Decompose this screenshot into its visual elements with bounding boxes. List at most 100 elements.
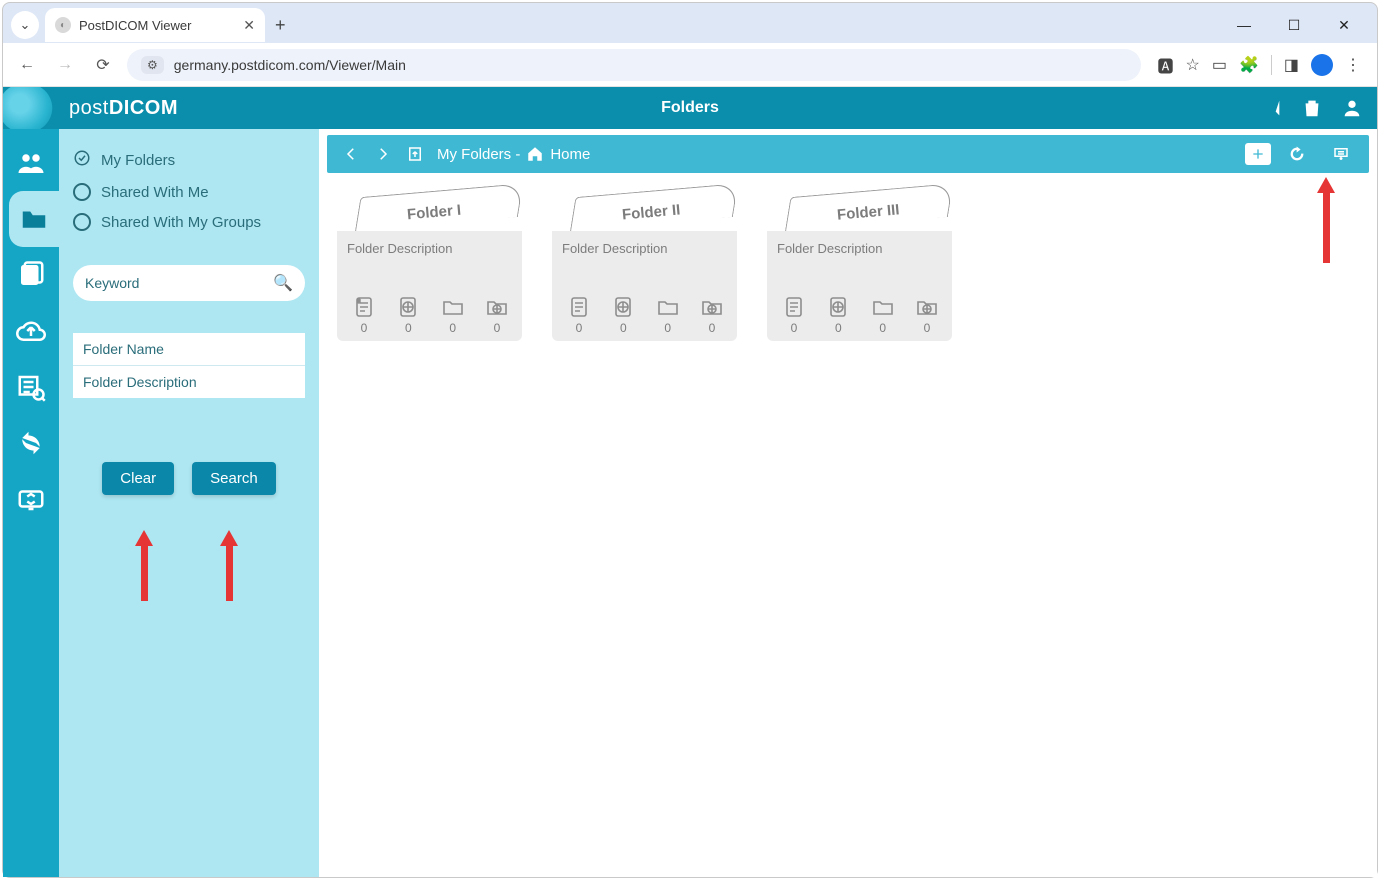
folder-card[interactable]: Folder III Folder Description 0 0 0 0	[767, 191, 952, 341]
globe-doc-icon	[395, 295, 421, 319]
view-mode-button[interactable]	[1327, 140, 1355, 168]
keyword-search[interactable]: 🔍	[73, 265, 305, 301]
browser-toolbar-right: 🅰 ☆ ▭ 🧩 ◨ ⋮	[1151, 53, 1367, 77]
stat-count: 0	[709, 321, 716, 335]
radio-unchecked-icon	[73, 183, 91, 201]
extensions-icon[interactable]: 🧩	[1239, 55, 1259, 75]
stat-count: 0	[405, 321, 412, 335]
nav-studies-icon[interactable]	[3, 247, 59, 303]
search-icon[interactable]: 🔍	[273, 273, 293, 293]
clear-button[interactable]: Clear	[102, 462, 174, 495]
folder-icon	[655, 295, 681, 319]
address-bar-row: ← → ⟳ ⚙ germany.postdicom.com/Viewer/Mai…	[3, 43, 1377, 87]
nav-patients-icon[interactable]	[3, 135, 59, 191]
doc-icon	[781, 295, 807, 319]
globe-doc-icon	[825, 295, 851, 319]
stat-count: 0	[576, 321, 583, 335]
page-title: Folders	[661, 99, 719, 117]
radio-shared-with-groups[interactable]: Shared With My Groups	[73, 213, 305, 231]
close-tab-icon[interactable]: ✕	[243, 17, 255, 34]
translate-icon[interactable]: 🅰	[1157, 53, 1173, 77]
ext1-icon[interactable]: ▭	[1212, 55, 1227, 75]
brand-globe-icon	[3, 87, 59, 129]
address-bar[interactable]: ⚙ germany.postdicom.com/Viewer/Main	[127, 49, 1141, 81]
radio-my-folders[interactable]: My Folders	[73, 149, 305, 171]
close-window-button[interactable]: ✕	[1329, 17, 1359, 34]
radio-checked-icon	[73, 149, 91, 171]
globe-folder-icon	[914, 295, 940, 319]
minimize-button[interactable]: ―	[1229, 17, 1259, 34]
header-actions	[1261, 97, 1363, 119]
brand[interactable]: postDICOM	[3, 87, 178, 129]
crumb-up-button[interactable]	[401, 140, 429, 168]
globe-doc-icon	[610, 295, 636, 319]
search-button[interactable]: Search	[192, 462, 276, 495]
folder-description: Folder Description	[562, 241, 729, 256]
folder-scope-radios: My Folders Shared With Me Shared With My…	[73, 149, 305, 231]
new-tab-button[interactable]: +	[275, 15, 286, 36]
keyword-input[interactable]	[85, 275, 273, 291]
tab-strip: ⌄ ◐ PostDICOM Viewer ✕ + ― ☐ ✕	[3, 3, 1377, 43]
stat-count: 0	[924, 321, 931, 335]
nav-folders-icon[interactable]	[9, 191, 59, 247]
nav-worklist-icon[interactable]	[3, 359, 59, 415]
nav-sync-icon[interactable]	[3, 415, 59, 471]
crumb-actions	[1245, 140, 1359, 168]
stat-count: 0	[361, 321, 368, 335]
radio-shared-with-me[interactable]: Shared With Me	[73, 183, 305, 201]
folder-stats: 0 0 0 0	[562, 295, 729, 335]
stat-count: 0	[791, 321, 798, 335]
tabs-dropdown[interactable]: ⌄	[11, 11, 39, 39]
globe-folder-icon	[699, 295, 725, 319]
trash-icon[interactable]	[1301, 97, 1323, 119]
profile-avatar[interactable]	[1311, 54, 1333, 76]
breadcrumb-bar: My Folders - Home	[327, 135, 1369, 173]
brand-bold: DICOM	[109, 97, 178, 119]
stat-count: 0	[664, 321, 671, 335]
nav-strip	[3, 129, 59, 877]
crumb-back-button[interactable]	[337, 140, 365, 168]
radio-label: Shared With My Groups	[101, 214, 261, 231]
folder-name-input[interactable]	[73, 333, 305, 366]
folder-desc-input[interactable]	[73, 366, 305, 398]
nav-share-icon[interactable]	[3, 471, 59, 527]
folder-description: Folder Description	[347, 241, 514, 256]
breadcrumb[interactable]: My Folders - Home	[437, 145, 590, 163]
browser-tab[interactable]: ◐ PostDICOM Viewer ✕	[45, 8, 265, 42]
user-icon[interactable]	[1341, 97, 1363, 119]
nav-upload-icon[interactable]	[3, 303, 59, 359]
doc-icon	[351, 295, 377, 319]
refresh-button[interactable]	[1283, 140, 1311, 168]
folders-grid: Folder I Folder Description 0 0 0 0	[327, 173, 1369, 359]
folder-card[interactable]: Folder II Folder Description 0 0 0 0	[552, 191, 737, 341]
favicon-icon: ◐	[55, 17, 71, 33]
sort-icon[interactable]	[1261, 97, 1283, 119]
stat-count: 0	[494, 321, 501, 335]
stat-count: 0	[449, 321, 456, 335]
bookmark-icon[interactable]: ☆	[1185, 55, 1199, 75]
globe-folder-icon	[484, 295, 510, 319]
home-icon	[526, 145, 544, 163]
kebab-menu-icon[interactable]: ⋮	[1345, 55, 1361, 75]
browser-window: ⌄ ◐ PostDICOM Viewer ✕ + ― ☐ ✕ ← → ⟳ ⚙ g…	[2, 2, 1378, 878]
forward-button[interactable]: →	[51, 51, 79, 79]
site-settings-icon[interactable]: ⚙	[141, 56, 164, 74]
folder-description: Folder Description	[777, 241, 944, 256]
back-button[interactable]: ←	[13, 51, 41, 79]
folder-stats: 0 0 0 0	[347, 295, 514, 335]
doc-icon	[566, 295, 592, 319]
folder-card[interactable]: Folder I Folder Description 0 0 0 0	[337, 191, 522, 341]
folder-icon	[870, 295, 896, 319]
crumb-forward-button[interactable]	[369, 140, 397, 168]
brand-text: postDICOM	[69, 97, 178, 120]
add-folder-button[interactable]	[1245, 143, 1271, 165]
crumb-home: Home	[550, 146, 590, 163]
sidepanel-icon[interactable]: ◨	[1284, 55, 1299, 75]
maximize-button[interactable]: ☐	[1279, 17, 1309, 34]
radio-unchecked-icon	[73, 213, 91, 231]
app-body: My Folders Shared With Me Shared With My…	[3, 129, 1377, 877]
reload-button[interactable]: ⟳	[89, 51, 117, 79]
filter-buttons: Clear Search	[73, 462, 305, 495]
tab-title: PostDICOM Viewer	[79, 18, 191, 33]
separator	[1271, 55, 1272, 75]
